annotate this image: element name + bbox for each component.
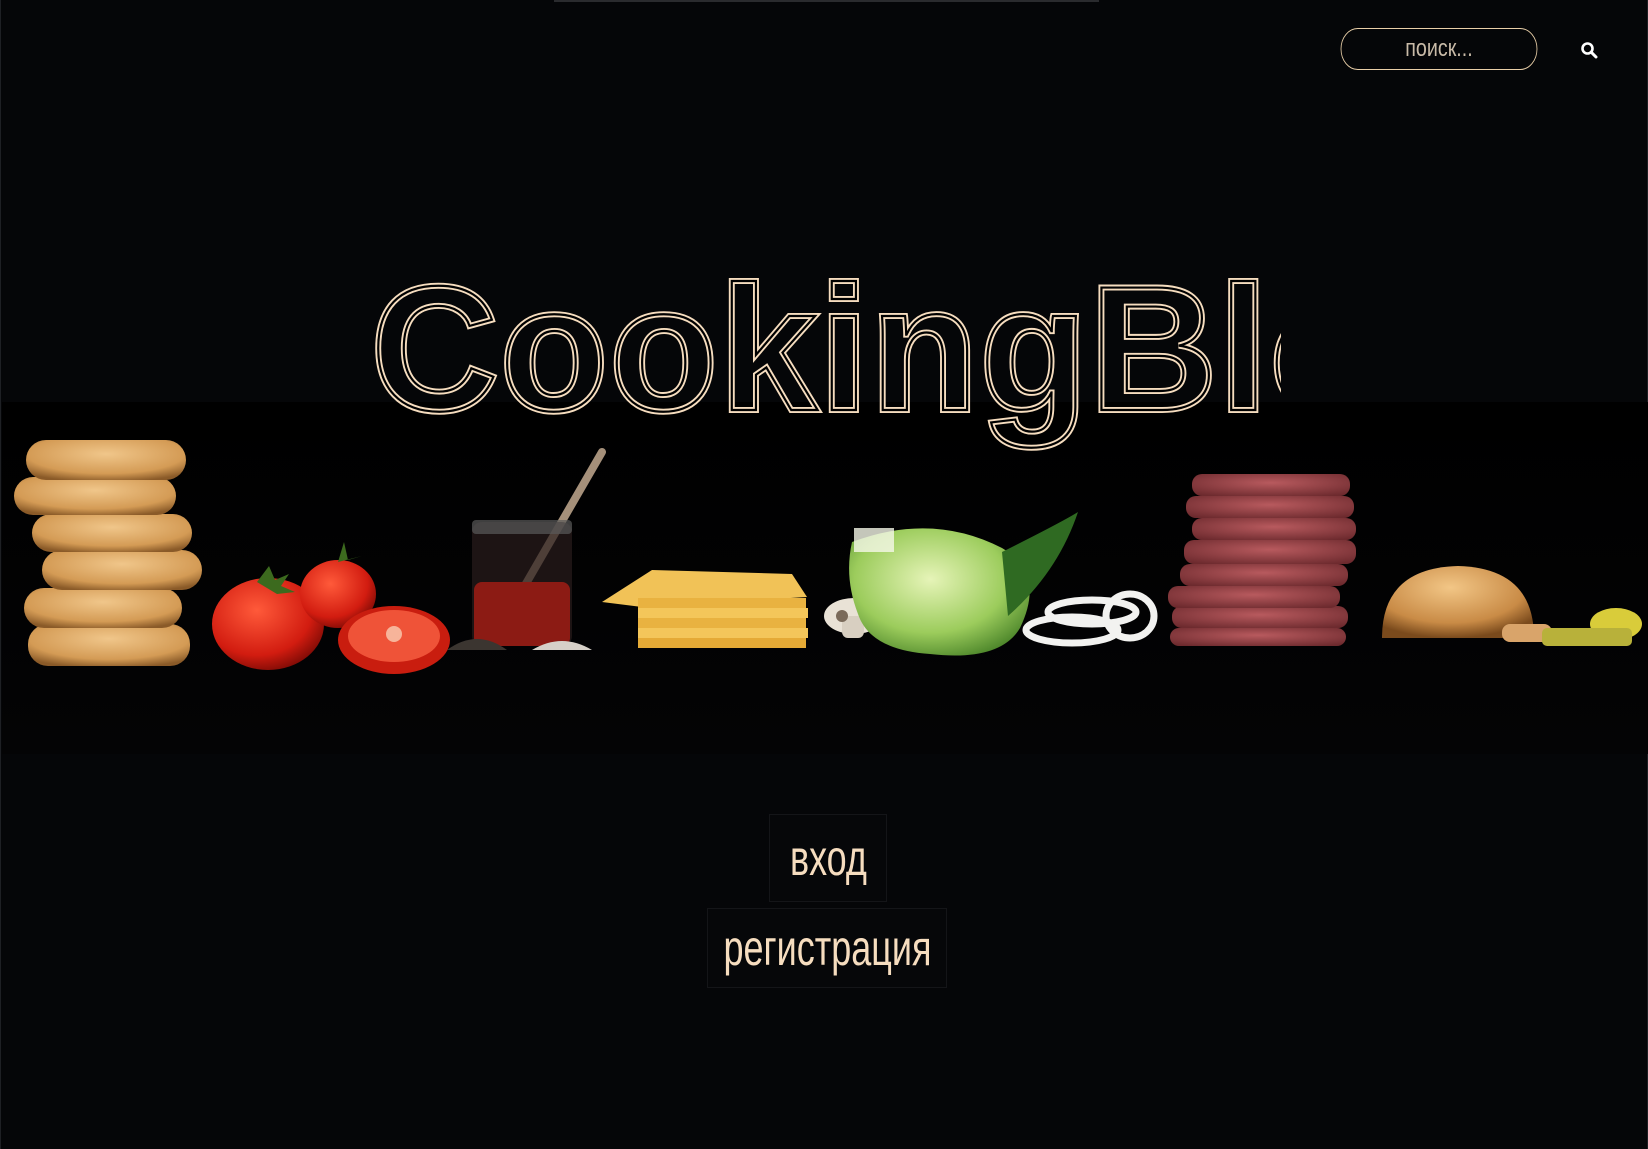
login-label: вход xyxy=(789,830,867,886)
register-button[interactable]: регистрация xyxy=(707,908,947,988)
tomatoes xyxy=(212,542,450,674)
burger xyxy=(1382,566,1552,642)
search-button[interactable] xyxy=(1577,38,1601,62)
beef-patties xyxy=(1168,474,1356,646)
bun-stack xyxy=(14,440,202,666)
cookingblog-logo: CookingBlog CookingBlog xyxy=(368,246,1490,451)
top-divider xyxy=(554,0,1099,2)
register-label: регистрация xyxy=(722,920,932,976)
onion-rings xyxy=(1022,590,1158,647)
page: CookingBlog CookingBlog вход регистрация xyxy=(0,0,1648,1149)
ketchup-jar xyxy=(447,448,606,650)
site-title: CookingBlog CookingBlog xyxy=(368,246,1490,462)
login-button[interactable]: вход xyxy=(769,814,887,902)
title-text-inner: CookingBlog xyxy=(371,252,1281,448)
pickles xyxy=(1542,608,1642,646)
cheese-slices xyxy=(602,570,808,648)
search-input[interactable] xyxy=(1340,28,1538,70)
lettuce xyxy=(849,512,1078,656)
search-icon xyxy=(1581,42,1598,59)
